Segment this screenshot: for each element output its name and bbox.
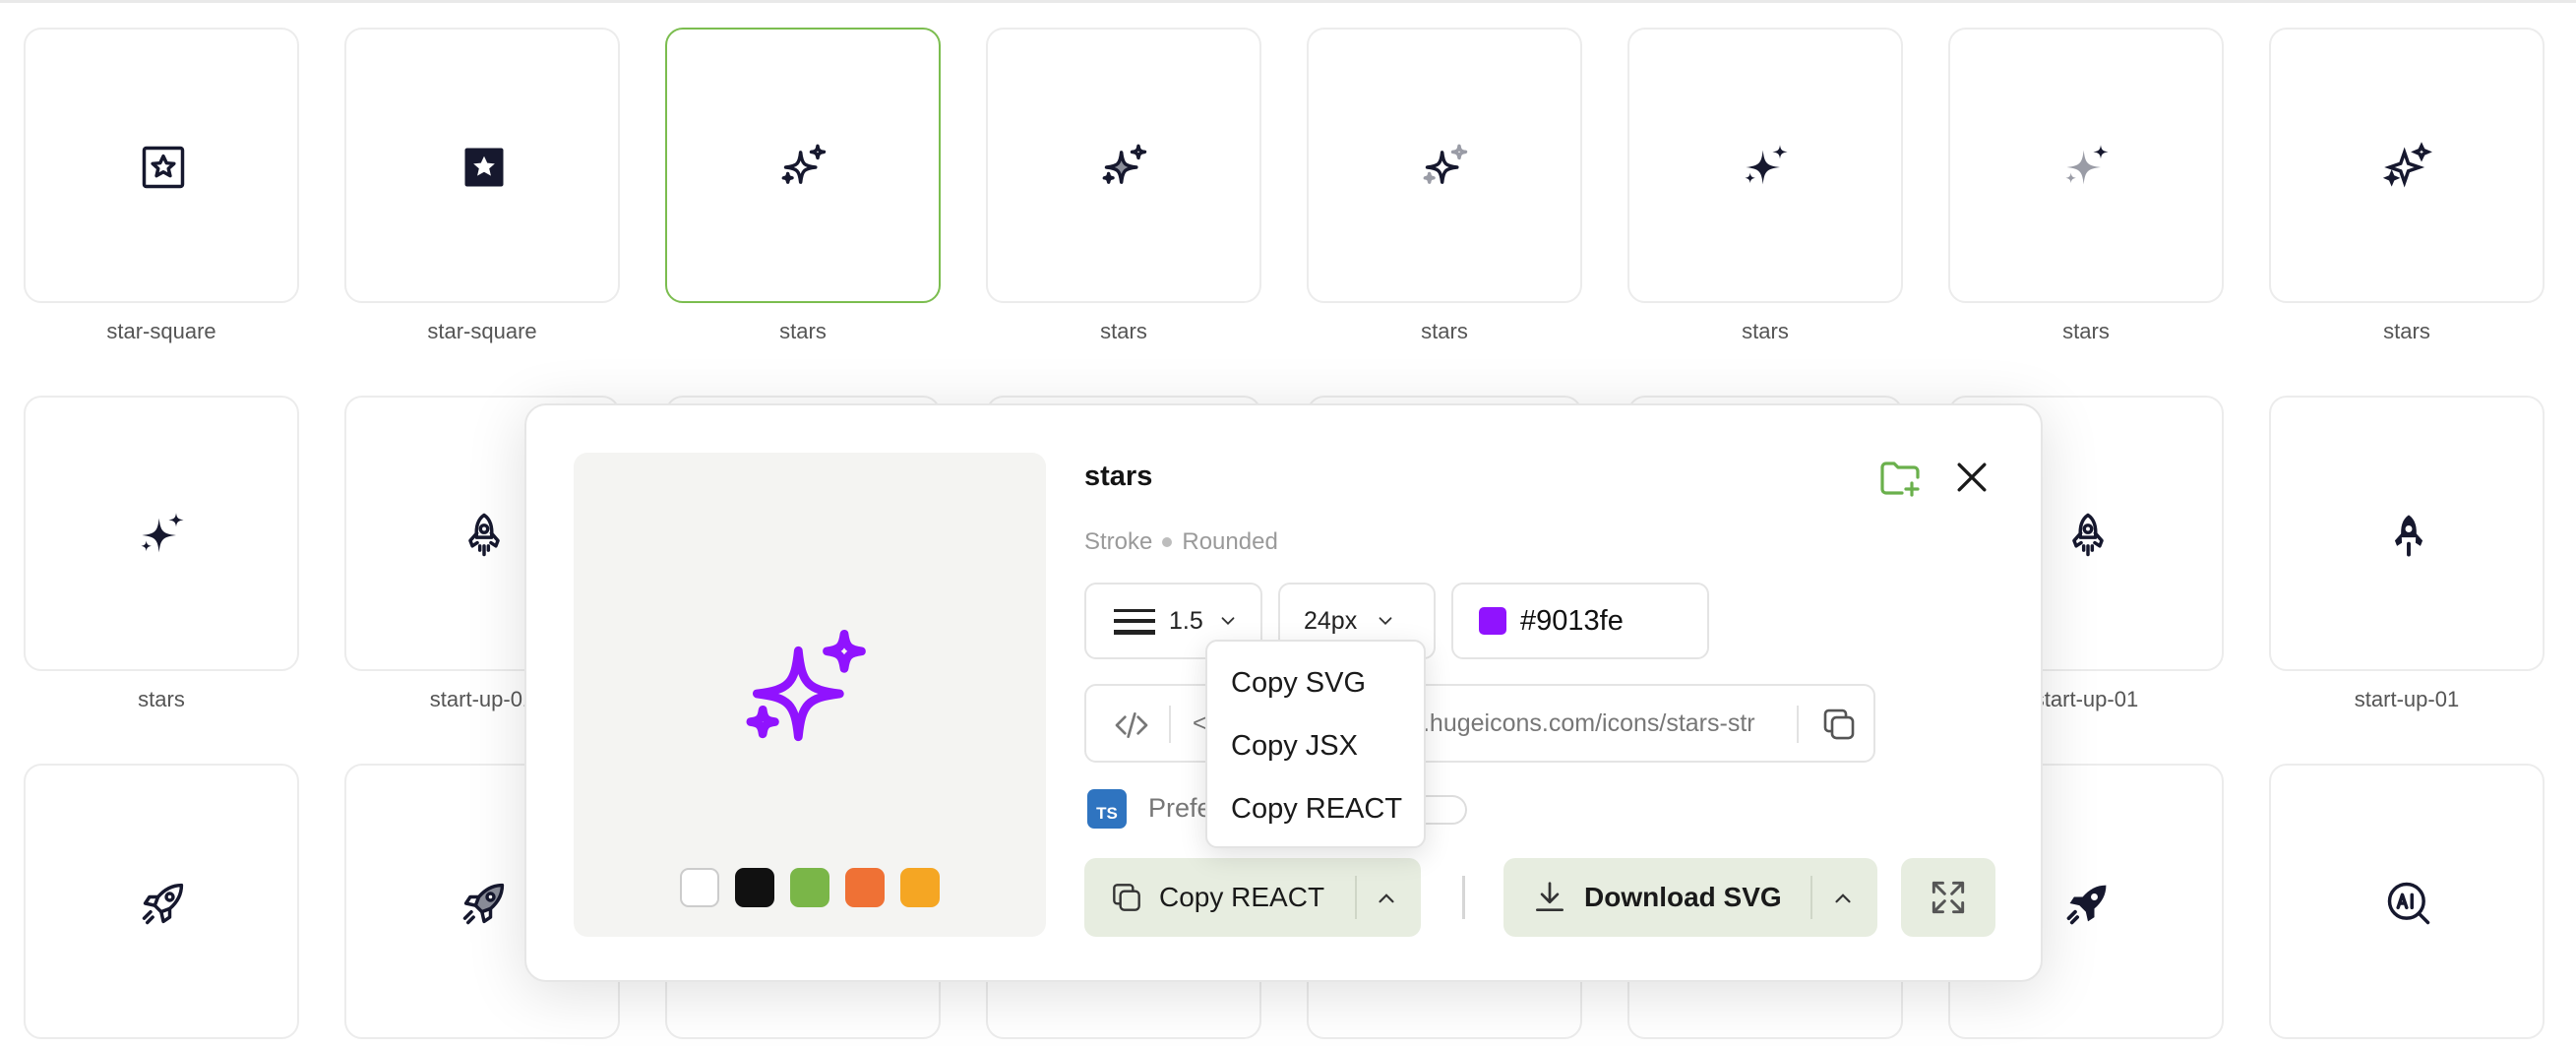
icon-tile-label: star-square [106,319,216,343]
stroke-width-value: 1.5 [1169,606,1203,635]
button-divider [1355,876,1357,919]
separator-dot [1162,537,1173,547]
color-swatch[interactable] [845,868,885,907]
stars-twotone-icon [1423,144,1468,184]
rocket-outline-icon [2072,513,2104,557]
icon-tile-label: stars [1742,319,1789,343]
copy-format-menu: Copy SVG Copy JSX Copy REACT [1205,640,1426,848]
color-swatches [680,868,940,907]
copy-button-label: Copy REACT [1159,882,1325,912]
folder-add-icon [1880,461,1920,497]
icon-tile[interactable] [1627,28,1903,303]
stars-preview-icon [746,629,866,742]
stars-solid-icon [141,513,184,553]
code-icon [1115,712,1148,738]
stroke-width-icon [1114,609,1155,635]
icon-tile[interactable] [1948,28,2224,303]
color-chip [1479,607,1506,635]
icon-tile[interactable] [2269,764,2545,1039]
rocket-launch-solid-icon [2066,885,2107,925]
rocket-launch-duotone-icon [462,883,505,925]
color-swatch[interactable] [680,868,719,907]
rocket-solid-icon [2394,515,2423,557]
variant-label: Rounded [1182,528,1278,555]
style-label: Stroke [1084,528,1153,555]
icon-tile-label: stars [2383,319,2430,343]
close-icon [1957,462,1987,491]
icon-tile[interactable] [24,28,299,303]
copy-icon[interactable] [1818,704,1860,745]
button-group-divider [1462,876,1465,919]
copy-menu-item[interactable]: Copy JSX [1207,714,1424,777]
icon-tile[interactable] [1307,28,1582,303]
color-value: #9013fe [1520,604,1624,637]
icon-tile[interactable] [2269,28,2545,303]
chevron-up-icon[interactable] [1374,886,1399,911]
color-swatch[interactable] [900,868,940,907]
chevron-up-icon[interactable] [1830,886,1856,911]
copy-react-button[interactable]: Copy REACT [1084,858,1421,937]
fullscreen-button[interactable] [1901,858,1995,937]
icon-tile-label: start-up-01 [2354,687,2460,711]
chevron-down-icon [1221,617,1235,626]
icon-tile-label: stars [1421,319,1468,343]
rocket-launch-icon [142,883,184,925]
chevron-down-icon [1379,617,1392,626]
stars-stroke-icon [781,144,827,184]
icon-tile-label: stars [138,687,185,711]
field-divider [1169,706,1171,743]
icon-tile[interactable] [24,764,299,1039]
star-square-solid-icon [464,148,504,187]
ai-search-icon [2387,882,2430,925]
field-divider [1797,706,1799,743]
icon-preview-panel [574,453,1046,937]
download-button-label: Download SVG [1584,882,1782,912]
icon-style-info: Stroke Rounded [1084,528,1278,556]
typescript-badge: TS [1087,789,1127,829]
download-svg-button[interactable]: Download SVG [1503,858,1877,937]
copy-icon [1113,884,1140,911]
icon-tile-label: stars [779,319,827,343]
color-swatch[interactable] [735,868,774,907]
rocket-outline-icon [468,513,500,557]
embed-code-field[interactable]: <img src="https://cdn.hugeicons.com/icon… [1084,684,1875,763]
icon-tile[interactable] [665,28,941,303]
color-input[interactable]: #9013fe [1451,583,1709,659]
button-divider [1810,876,1812,919]
icon-tile[interactable] [24,396,299,671]
close-button[interactable] [1948,455,1995,502]
copy-menu-item[interactable]: Copy SVG [1207,651,1424,714]
stars-solid-icon [1745,145,1788,185]
icon-tile-label: stars [2062,319,2110,343]
expand-icon [1932,881,1965,914]
preference-text: Prefe [1148,793,1212,823]
size-value: 24px [1304,606,1358,635]
icon-tile[interactable] [986,28,1261,303]
icon-tile[interactable] [344,28,620,303]
icon-tile-label: stars [1100,319,1147,343]
color-swatch[interactable] [790,868,829,907]
download-icon [1535,882,1564,912]
stars-bulk-icon [2065,145,2109,185]
stars-sharp-icon [2383,142,2432,188]
stars-duotone-icon [1102,144,1147,184]
copy-menu-item[interactable]: Copy REACT [1207,777,1424,840]
add-to-collection-button[interactable] [1874,453,1926,504]
star-square-outline-icon [142,146,185,189]
icon-title: stars [1084,461,1153,492]
icon-tile-label: star-square [427,319,537,343]
icon-tile[interactable] [2269,396,2545,671]
